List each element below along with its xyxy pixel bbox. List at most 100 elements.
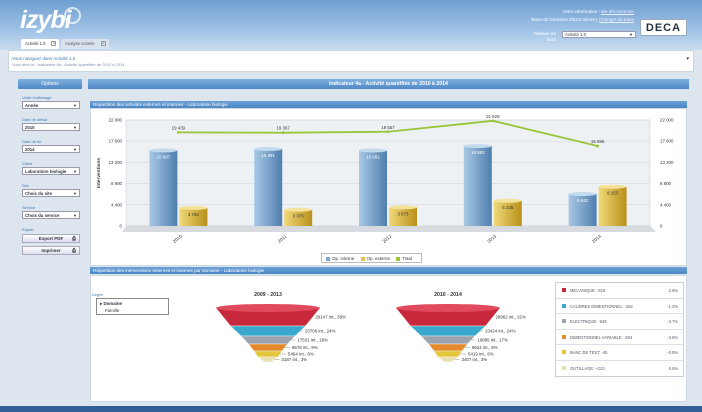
bar-interne-top <box>359 148 387 153</box>
funnel-label: 5464 int., 6% <box>288 352 314 357</box>
legend-swatch-interne <box>326 256 330 261</box>
chevron-down-icon: ▼ <box>73 169 77 174</box>
data-label-total: 19 557 <box>381 125 395 130</box>
y-tick-label-left: 8 800 <box>111 181 123 186</box>
chevron-down-icon: ▼ <box>73 147 77 152</box>
row-pct: -1.2% <box>667 303 678 309</box>
total-point <box>281 131 285 135</box>
app-header: izybi Votre information : Me déconnecter… <box>0 0 702 50</box>
funnel-label: 23424 int., 24% <box>485 329 516 334</box>
bar-externe-top <box>389 205 417 210</box>
legend-item-total: Total <box>396 256 412 261</box>
y-tick-label-right: 8 800 <box>660 181 672 186</box>
tab-activite-label: Activité 1.0 <box>25 41 46 46</box>
data-label-total: 16 595 <box>591 139 605 144</box>
filter-site-value: Choix du site <box>25 191 52 196</box>
funnel-title: 2010 - 2014 <box>434 292 462 298</box>
filter-label-debut: Date de début <box>22 117 48 122</box>
filter-label-site: Site <box>22 183 29 188</box>
legend-label-interne: Op. interne <box>332 256 355 261</box>
funnel-top <box>396 304 500 312</box>
y-tick-label-right: 0 <box>660 224 663 229</box>
dashboard-label: Tableau de bord <box>533 31 556 42</box>
logout-link[interactable]: Me déconnecter <box>601 9 634 14</box>
bar-interne <box>254 148 283 226</box>
export-pdf-button[interactable]: Export PDF ⎙ <box>22 234 80 243</box>
degree-item-famille[interactable]: Famille <box>100 307 165 314</box>
row-name: BANC DE TEST: -45 <box>570 350 608 355</box>
domain-table: MECANIQUE: -815 2.8% CALIBRES DIMENTIONNE… <box>555 282 684 377</box>
data-label-externe: 8 153 <box>607 191 619 196</box>
filter-service-select[interactable]: Choix du service ▼ <box>22 211 80 219</box>
total-point <box>596 144 599 148</box>
y-tick-label-right: 22 000 <box>660 118 674 123</box>
filter-debut-select[interactable]: 2010 ▼ <box>22 123 80 131</box>
main-title: Indicateur 4a - Activité quantifiée de 2… <box>88 79 689 89</box>
db-info: Base de Données DECA Sèvre | Changer de … <box>531 17 634 22</box>
degree-list[interactable]: ▸ Domaine Famille <box>96 298 169 315</box>
y-tick-label-left: 22 000 <box>109 118 123 123</box>
funnel-segment <box>248 343 288 352</box>
filter-unite-select[interactable]: Année ▼ <box>22 101 80 109</box>
row-color-swatch <box>562 303 566 308</box>
dashboard-select[interactable]: Activité 1.0 ▼ <box>562 31 636 38</box>
data-label-total: 21 828 <box>486 114 500 119</box>
tab-activite[interactable]: Activité 1.0 × <box>21 39 60 49</box>
chevron-down-icon: ▼ <box>73 191 77 196</box>
bar-interne-top <box>149 148 178 153</box>
y-tick-label-right: 13 200 <box>660 160 674 165</box>
filter-label-fin: Date de fin <box>22 139 42 144</box>
degree-item-domaine[interactable]: ▸ Domaine <box>100 300 165 307</box>
row-color-swatch <box>562 319 566 323</box>
chevron-down-icon: ▼ <box>73 213 77 218</box>
bar-interne <box>463 146 492 226</box>
row-name: MECANIQUE: -815 <box>570 288 606 293</box>
print-label: Imprimer <box>41 248 61 253</box>
row-name: ELECTRIQUE: -646 <box>570 319 607 324</box>
total-point <box>177 130 180 134</box>
y-tick-label-right: 4 400 <box>660 202 672 207</box>
chart-legend: Op. interne Op. externe Total <box>321 253 422 263</box>
funnel-segment <box>253 350 283 358</box>
row-color-swatch <box>562 288 566 292</box>
close-icon[interactable]: × <box>51 41 57 46</box>
y-tick-label-left: 4 400 <box>111 202 123 207</box>
plot-floor <box>122 226 656 232</box>
data-label-total: 19 439 <box>172 125 186 130</box>
chevron-down-icon: ▼ <box>73 125 77 130</box>
data-label-externe: 3 873 <box>398 211 410 216</box>
bar-externe-top <box>493 198 522 203</box>
data-label-externe: 3 752 <box>188 212 200 217</box>
filter-site-select[interactable]: Choix du site ▼ <box>22 189 80 197</box>
collapse-icon[interactable]: ▼ <box>686 56 690 61</box>
print-button[interactable]: Imprimer ⎙ <box>22 246 80 255</box>
x-tick-label: 2012 <box>382 233 393 244</box>
row-color-swatch <box>562 334 566 339</box>
close-icon[interactable]: × <box>100 41 106 46</box>
pdf-icon: ⎙ <box>71 236 76 242</box>
funnel-label: 16885 int., 17% <box>477 338 508 343</box>
row-color-swatch <box>562 350 566 354</box>
funnel-label: 3407 int., 3% <box>462 357 488 362</box>
filter-fin-select[interactable]: 2014 ▼ <box>22 145 80 153</box>
filter-label-unite: Unité d'affichage <box>22 95 52 100</box>
funnel-label: 17531 int., 18% <box>297 338 328 343</box>
data-label-externe: 3 376 <box>293 214 305 219</box>
legend-swatch-externe <box>360 256 365 261</box>
bar-externe <box>389 207 417 226</box>
y-axis-label: Interventions <box>96 158 102 188</box>
total-point <box>491 119 495 123</box>
data-label-total: 19 367 <box>276 126 290 131</box>
change-db-link[interactable]: Changer de base <box>599 17 634 22</box>
db-info-text: Base de Données DECA Sèvre | <box>531 17 599 22</box>
filter-fin-value: 2014 <box>25 147 35 152</box>
y-tick-label-left: 17 600 <box>109 139 123 144</box>
funnel-segment <box>428 343 468 352</box>
filter-client-select[interactable]: Laboratoire biologie ▼ <box>22 167 80 175</box>
printer-icon: ⎙ <box>71 248 76 254</box>
row-color-swatch <box>562 365 566 370</box>
funnel-label: 8624 int., 9% <box>472 345 498 350</box>
filter-label-client: Client <box>22 161 33 166</box>
tab-analyse-croisee[interactable]: Analyse croisée × <box>61 39 109 49</box>
x-tick-label: 2010 <box>172 233 183 244</box>
